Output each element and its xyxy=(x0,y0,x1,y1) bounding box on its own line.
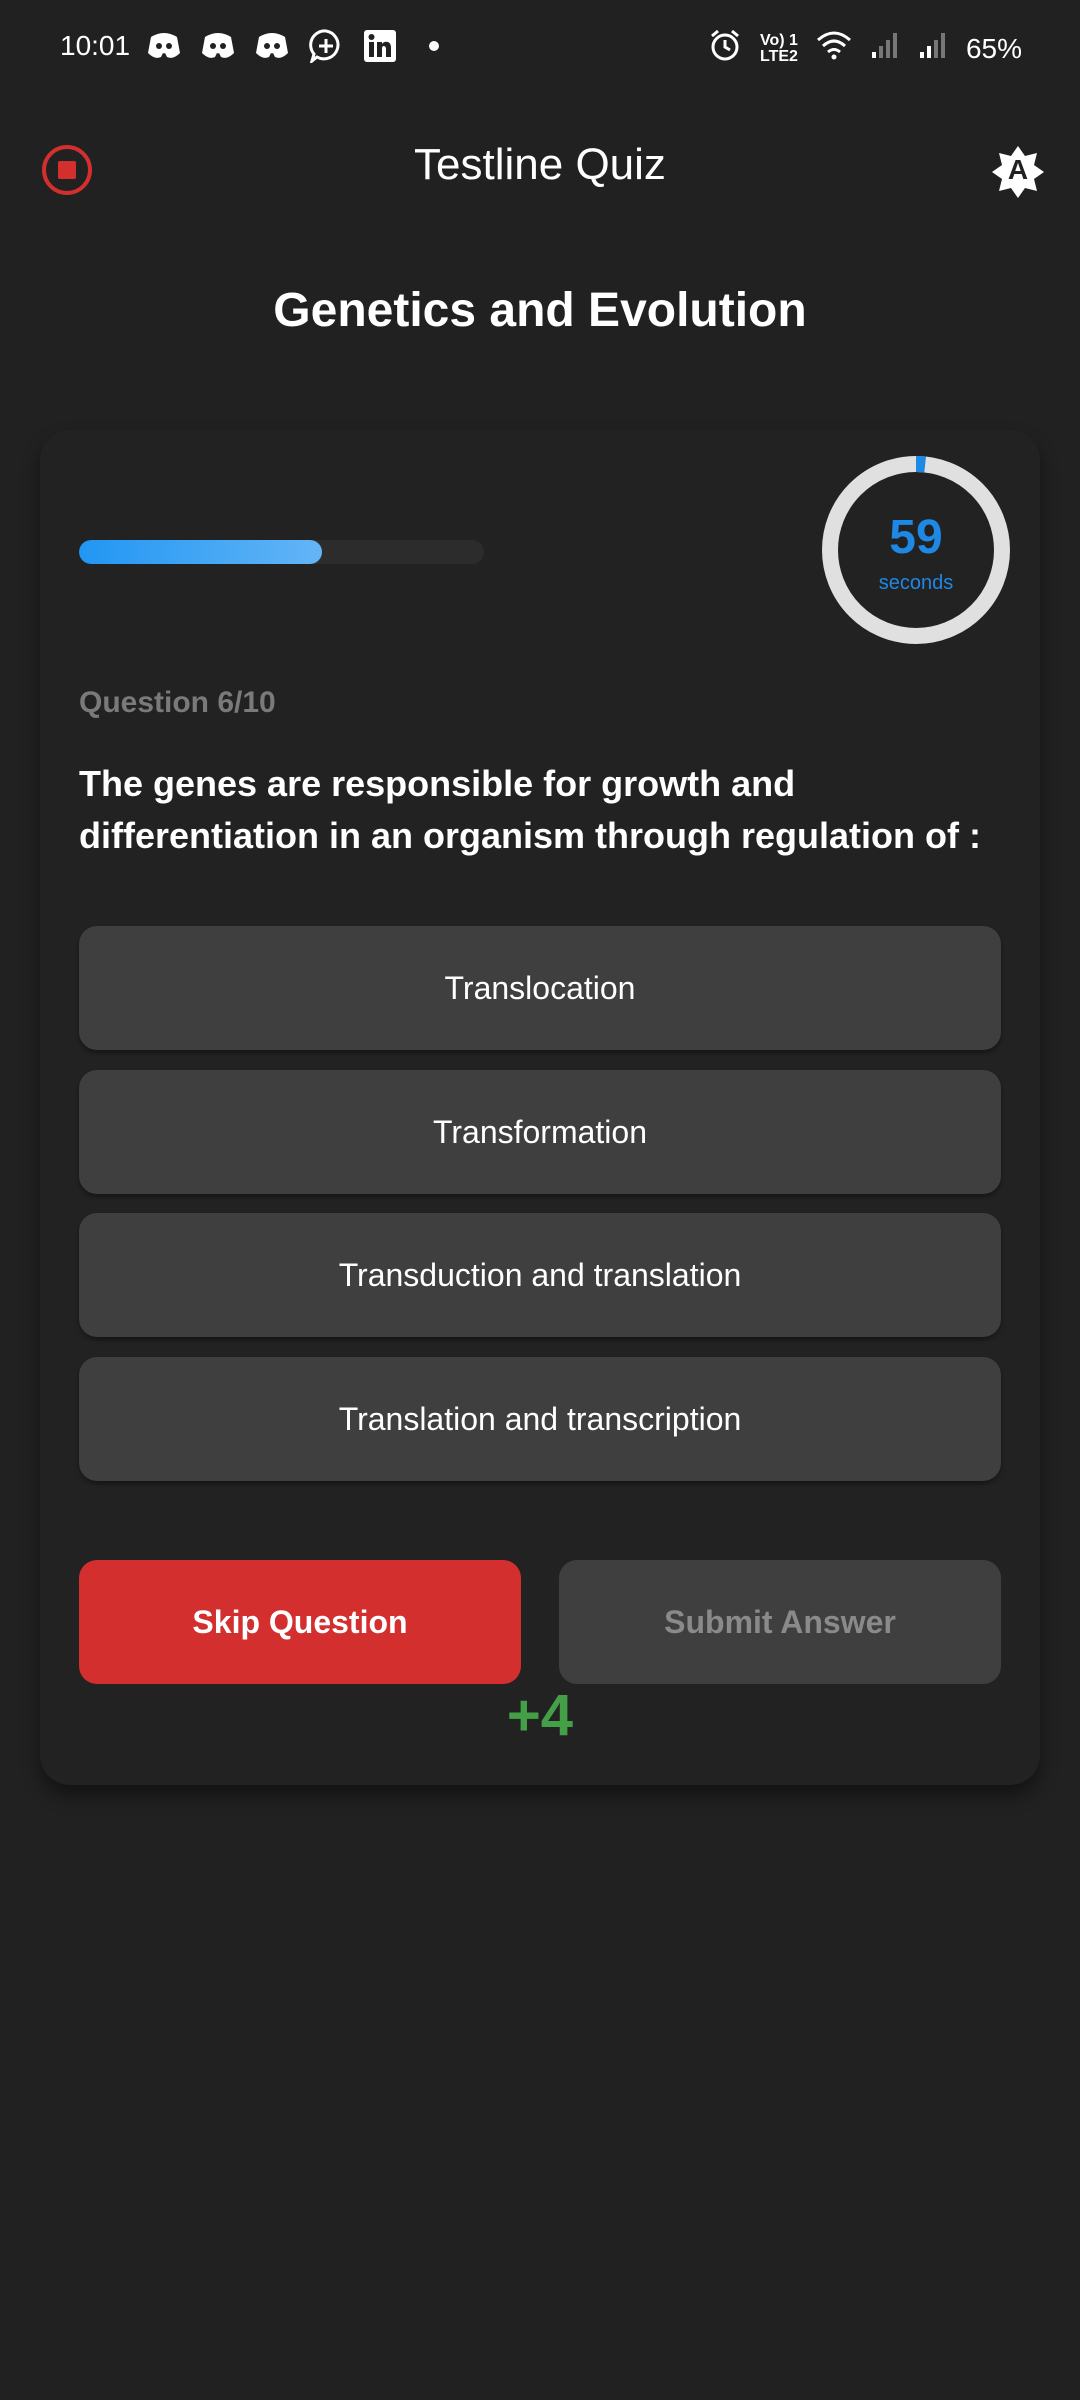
skip-question-button[interactable]: Skip Question xyxy=(79,1560,521,1684)
question-counter: Question 6/10 xyxy=(79,686,276,719)
answer-option[interactable]: Transduction and translation xyxy=(79,1213,1001,1337)
system-status: Vo) 1 LTE2 65% xyxy=(708,28,1022,69)
signal-icon xyxy=(870,30,900,67)
wifi-icon xyxy=(816,30,852,67)
answer-option[interactable]: Translation and transcription xyxy=(79,1357,1001,1481)
app-title: Testline Quiz xyxy=(414,140,666,189)
discord-icon xyxy=(254,28,290,64)
notification-icons xyxy=(146,28,452,64)
quiz-topic-title: Genetics and Evolution xyxy=(273,284,807,337)
theme-label: A xyxy=(1007,154,1029,185)
quiz-progress-fill xyxy=(79,540,322,564)
timer-unit-label: seconds xyxy=(878,572,954,594)
answer-option[interactable]: Transformation xyxy=(79,1070,1001,1194)
battery-percent: 65% xyxy=(965,32,1022,64)
submit-answer-button[interactable]: Submit Answer xyxy=(559,1560,1001,1684)
alarm-icon xyxy=(708,28,742,69)
discord-icon xyxy=(200,28,236,64)
dot-icon xyxy=(416,28,452,64)
lte-icon: Vo) 1 LTE2 xyxy=(760,31,798,65)
linkedin-icon xyxy=(362,28,398,64)
status-time: 10:01 xyxy=(60,30,131,61)
discord-icon xyxy=(146,28,182,64)
points-badge: +4 xyxy=(506,1683,574,1748)
quiz-progress-bar xyxy=(79,540,484,564)
answer-option[interactable]: Translocation xyxy=(79,926,1001,1050)
lte-top-label: Vo) 1 xyxy=(760,31,798,49)
question-text: The genes are responsible for growth and… xyxy=(79,763,981,856)
theme-toggle-button[interactable]: A xyxy=(990,144,1046,200)
lte-bottom-label: LTE2 xyxy=(760,47,798,65)
chat-plus-icon xyxy=(308,28,344,64)
timer-seconds-value: 59 xyxy=(889,511,943,564)
signal-icon xyxy=(918,30,948,67)
